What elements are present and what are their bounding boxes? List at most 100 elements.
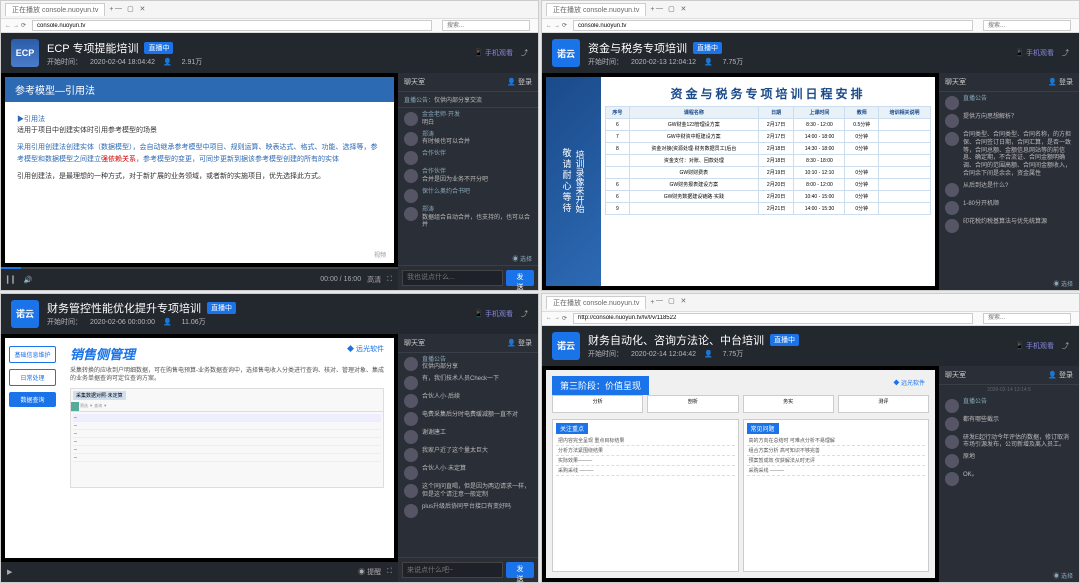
back-icon[interactable]: ← <box>546 315 552 321</box>
address-bar[interactable] <box>32 20 432 31</box>
chat-tab[interactable]: 聊天室 <box>945 77 966 87</box>
live-badge: 直播中 <box>770 334 799 346</box>
chat-side[interactable]: ◉ 选择 <box>939 277 1079 290</box>
nav-btn-3[interactable]: 数据查询 <box>9 392 56 407</box>
slide-heading: 资金与税务专项培训日程安排 <box>605 81 931 106</box>
video-area: 参考模型—引用法 ▶引用法 适用于项目中创建实体时引用参考模型的场景 采用引用创… <box>1 73 398 290</box>
avatar-icon <box>945 183 959 197</box>
browser-tab[interactable]: 正在播放 console.nuoyun.tv <box>5 3 105 16</box>
browser-tab[interactable]: 正在播放 console.nuoyun.tv <box>546 296 646 309</box>
close-icon[interactable]: ✕ <box>137 5 147 15</box>
stream-header: 诺云 资金与税务专项培训直播中 开始时间：2020-02-13 12:04:12… <box>542 33 1079 73</box>
list-item: 实际效果──── <box>556 456 735 466</box>
pane-bottom-left: 诺云 财务管控性能优化提升专项培训直播中 开始时间：2020-02-06 00:… <box>0 293 539 583</box>
chat-message: OK。 <box>941 470 1077 488</box>
share-icon[interactable]: ⤴ <box>521 309 528 319</box>
slide-sub1: ▶引用法 <box>17 114 382 125</box>
stream-header: ECP ECP 专项提能培训直播中 开始时间：2020-02-04 18:04:… <box>1 33 538 73</box>
chat-message: 保什么奥约合书吧 <box>400 187 536 205</box>
chat-input[interactable] <box>402 270 503 286</box>
refresh-icon[interactable]: ⟳ <box>562 22 567 29</box>
fullscreen-icon[interactable]: ⛶ <box>387 568 392 576</box>
send-button[interactable]: 发送 <box>506 562 534 578</box>
share-icon[interactable]: ⤴ <box>1062 48 1069 58</box>
brand-logo: ◆ 远光软件 <box>893 378 925 387</box>
chat-tab[interactable]: 聊天室 <box>945 370 966 380</box>
maximize-icon[interactable]: ▢ <box>666 5 676 15</box>
schedule-table: 序号课程名称日期上课时间教师培训相关说明6GW财金123管理设方案2月17日8:… <box>605 106 931 215</box>
play-button[interactable]: ▶ <box>7 568 12 576</box>
avatar-icon <box>404 207 418 221</box>
browser-tab[interactable]: 正在播放 console.nuoyun.tv <box>546 3 646 16</box>
chat-message: 研发E起行动今年评估的数据，修订取消市场引源发布，公司新增及离入员工。 <box>941 433 1077 453</box>
viewer-count: 2.91万 <box>182 59 203 66</box>
fullscreen-icon[interactable]: ⛶ <box>387 276 392 284</box>
refresh-icon[interactable]: ⟳ <box>21 22 26 29</box>
maximize-icon[interactable]: ▢ <box>666 297 676 307</box>
play-button[interactable]: ▎▎ <box>7 276 18 284</box>
record-button[interactable]: ◉ 提醒 <box>358 567 381 577</box>
back-icon[interactable]: ← <box>546 23 552 29</box>
forward-icon[interactable]: → <box>13 23 19 29</box>
chat-side[interactable]: ◉ 选择 <box>939 569 1079 582</box>
chat-tab[interactable]: 聊天室 <box>404 338 425 348</box>
avatar-icon <box>404 484 418 498</box>
chat-message: 都有哪些截示 <box>941 415 1077 433</box>
phone-view-link[interactable]: 📱 手机观看 <box>474 309 513 319</box>
back-icon[interactable]: ← <box>5 23 11 29</box>
slide-nav: 基础信息维护 日常处理 数据查询 <box>5 338 60 559</box>
minimize-icon[interactable]: — <box>113 5 123 15</box>
avatar-icon <box>945 417 959 431</box>
phone-view-link[interactable]: 📱 手机观看 <box>1015 341 1054 351</box>
quality-button[interactable]: 高清 <box>367 275 381 285</box>
avatar-icon <box>945 435 959 449</box>
chat-message: 有，我们技术人员Check一下 <box>400 374 536 392</box>
chat-message: 印花税约税基算法与优先统算源 <box>941 217 1077 235</box>
phone-view-link[interactable]: 📱 手机观看 <box>474 48 513 58</box>
nav-btn-2[interactable]: 日常处理 <box>9 369 56 386</box>
chat-message: 直播公告仅供内部分享 <box>400 355 536 375</box>
avatar-icon <box>945 114 959 128</box>
phone-view-link[interactable]: 📱 手机观看 <box>1015 48 1054 58</box>
share-icon[interactable]: ⤴ <box>1062 341 1069 351</box>
video-area: 第三阶段：价值呈现 ◆ 远光软件 分析剖析务实测评 关注重点把内容完全呈现 重点… <box>542 366 939 583</box>
search-box[interactable] <box>983 20 1071 31</box>
close-icon[interactable]: ✕ <box>678 5 688 15</box>
search-box[interactable] <box>442 20 530 31</box>
close-icon[interactable]: ✕ <box>678 297 688 307</box>
chat-side[interactable]: ◉ 选择 <box>398 252 538 265</box>
send-button[interactable]: 发送 <box>506 270 534 286</box>
maximize-icon[interactable]: ▢ <box>125 5 135 15</box>
avatar-icon <box>945 472 959 486</box>
minimize-icon[interactable]: — <box>654 5 664 15</box>
chat-message: 谢谢唐工 <box>400 428 536 446</box>
chat-login[interactable]: 👤 登录 <box>1048 77 1073 87</box>
search-box[interactable] <box>983 313 1071 324</box>
address-bar[interactable] <box>573 20 973 31</box>
minimize-icon[interactable]: — <box>654 297 664 307</box>
slide-line4: 引用创建法，是最理想的一种方式，对于新扩展的业务领域，或者新的实施项目，优先选择… <box>17 171 382 182</box>
forward-icon[interactable]: → <box>554 315 560 321</box>
slide: 第三阶段：价值呈现 ◆ 远光软件 分析剖析务实测评 关注重点把内容完全呈现 重点… <box>546 370 935 579</box>
nav-bar: ← → ⟳ <box>1 19 538 33</box>
chat-tab[interactable]: 聊天室 <box>404 77 425 87</box>
refresh-icon[interactable]: ⟳ <box>562 315 567 322</box>
volume-icon[interactable]: 🔊 <box>24 276 33 284</box>
forward-icon[interactable]: → <box>554 23 560 29</box>
address-bar[interactable] <box>573 313 973 324</box>
nav-btn-1[interactable]: 基础信息维护 <box>9 346 56 363</box>
table-header: 教师 <box>845 107 879 119</box>
avatar-icon <box>404 376 418 390</box>
chat-message: 合作伙伴合并是因为业务不开分吧 <box>400 167 536 187</box>
table-row: 6GW财务数据建设链路·实践2月20日10:40 - 15:000分钟 <box>606 191 931 203</box>
chat-input[interactable] <box>402 562 503 578</box>
chat-login[interactable]: 👤 登录 <box>507 338 532 348</box>
chat-message: 金金老师·开发明白 <box>400 110 536 130</box>
chat-message: 1-80分开机顺 <box>941 199 1077 217</box>
chat-message: 提供方向思想解析？ <box>941 112 1077 130</box>
stream-title: 财务管控性能优化提升专项培训 <box>47 300 201 316</box>
share-icon[interactable]: ⤴ <box>521 48 528 58</box>
chat-login[interactable]: 👤 登录 <box>507 77 532 87</box>
table-row: 8资金对接(资源处理·财务数据员工)后台2月18日14:30 - 18:000分… <box>606 143 931 155</box>
chat-login[interactable]: 👤 登录 <box>1048 370 1073 380</box>
